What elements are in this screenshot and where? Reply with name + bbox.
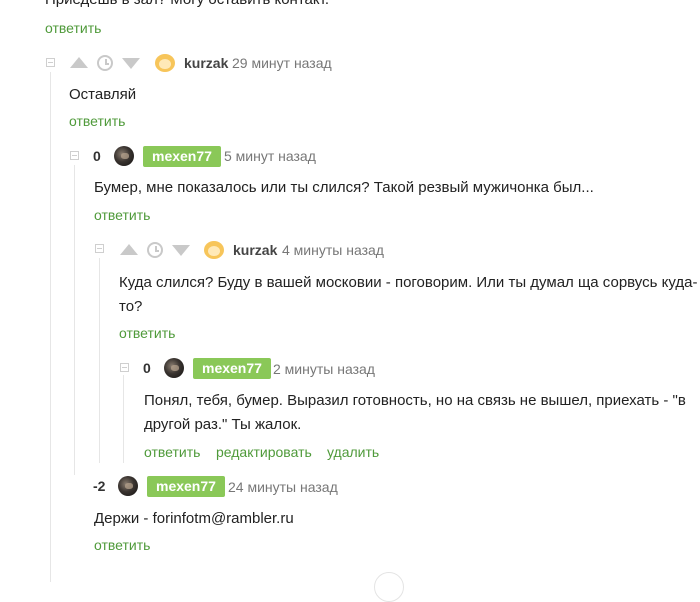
avatar[interactable] bbox=[118, 476, 138, 496]
username[interactable]: kurzak bbox=[184, 55, 228, 71]
comment-text: то? bbox=[119, 298, 143, 315]
comment-text: другой раз." Ты жалок. bbox=[144, 416, 302, 433]
collapse-button[interactable] bbox=[120, 363, 129, 372]
username-badge[interactable]: mexen77 bbox=[147, 476, 225, 497]
reply-link[interactable]: ответить bbox=[69, 113, 125, 129]
thread-line bbox=[123, 375, 124, 463]
username[interactable]: kurzak bbox=[233, 242, 277, 258]
downvote-icon[interactable] bbox=[172, 245, 190, 256]
username-badge[interactable]: mexen77 bbox=[143, 146, 221, 167]
avatar[interactable] bbox=[164, 358, 184, 378]
reply-link[interactable]: ответить bbox=[45, 20, 101, 36]
collapse-button[interactable] bbox=[70, 151, 79, 160]
clock-icon bbox=[97, 55, 113, 71]
comment-text: Держи - forinfotm@rambler.ru bbox=[94, 510, 294, 527]
thread-line bbox=[99, 258, 100, 463]
upvote-icon[interactable] bbox=[70, 57, 88, 68]
reply-link[interactable]: ответить bbox=[94, 537, 150, 553]
comment-time: 5 минут назад bbox=[224, 148, 316, 164]
avatar[interactable] bbox=[203, 240, 225, 260]
collapse-button[interactable] bbox=[95, 244, 104, 253]
downvote-icon[interactable] bbox=[122, 58, 140, 69]
rating-score: 0 bbox=[93, 148, 101, 164]
comment-text: Оставляй bbox=[69, 86, 137, 103]
comment-text: Куда слился? Буду в вашей московии - пог… bbox=[119, 274, 698, 291]
comment-text: Бумер, мне показалось или ты слился? Так… bbox=[94, 179, 594, 196]
comment-text: Приедешь в зал? Могу оставить контакт. bbox=[45, 0, 329, 13]
thread-line bbox=[50, 72, 51, 582]
collapse-button[interactable] bbox=[46, 58, 55, 67]
thread-line bbox=[74, 165, 75, 475]
reply-link[interactable]: ответить bbox=[144, 444, 200, 460]
reply-link[interactable]: ответить bbox=[94, 207, 150, 223]
clock-icon bbox=[147, 242, 163, 258]
avatar[interactable] bbox=[154, 53, 176, 73]
comment-time: 2 минуты назад bbox=[273, 361, 375, 377]
username-badge[interactable]: mexen77 bbox=[193, 358, 271, 379]
reply-link[interactable]: ответить bbox=[119, 325, 175, 341]
comment-time: 4 минуты назад bbox=[282, 242, 384, 258]
rating-score: 0 bbox=[143, 360, 151, 376]
avatar[interactable] bbox=[114, 146, 134, 166]
edit-link[interactable]: редактировать bbox=[216, 444, 312, 460]
expand-button[interactable] bbox=[374, 572, 404, 602]
rating-score: -2 bbox=[93, 478, 106, 494]
upvote-icon[interactable] bbox=[120, 244, 138, 255]
comment-text: Понял, тебя, бумер. Выразил готовность, … bbox=[144, 392, 686, 409]
comment-time: 29 минут назад bbox=[232, 55, 332, 71]
delete-link[interactable]: удалить bbox=[327, 444, 379, 460]
comment-time: 24 минуты назад bbox=[228, 479, 338, 495]
